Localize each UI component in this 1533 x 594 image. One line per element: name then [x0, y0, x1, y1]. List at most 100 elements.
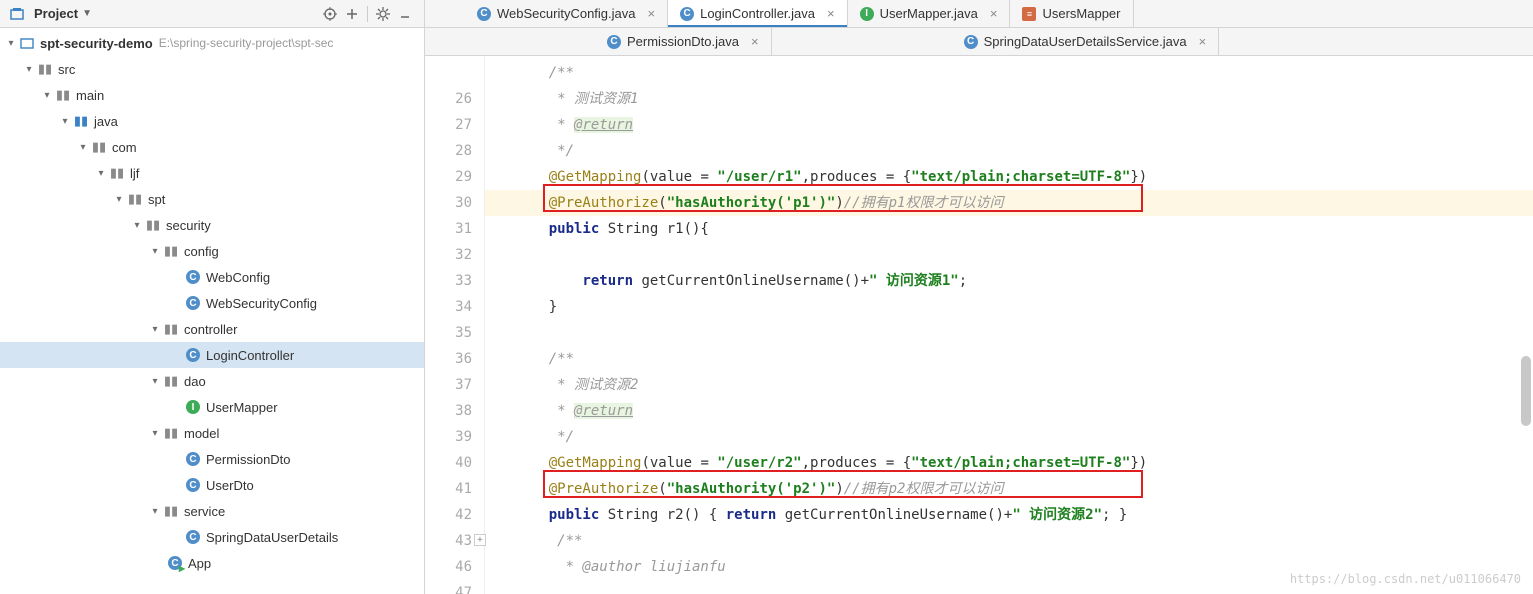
tree-label: WebSecurityConfig	[206, 296, 317, 311]
tree-file-springdatauserdetails[interactable]: C SpringDataUserDetails	[0, 524, 424, 550]
close-icon[interactable]: ×	[751, 34, 759, 49]
tab-permissiondto[interactable]: C PermissionDto.java ×	[595, 28, 772, 55]
tree-label: SpringDataUserDetails	[206, 530, 338, 545]
tree-package-controller[interactable]: ▾ ▮▮ controller	[0, 316, 424, 342]
tab-label: SpringDataUserDetailsService.java	[984, 34, 1187, 49]
tree-package-spt[interactable]: ▾ ▮▮ spt	[0, 186, 424, 212]
tab-label: UserMapper.java	[880, 6, 978, 21]
tree-label: config	[184, 244, 219, 259]
project-icon	[8, 5, 26, 23]
project-panel: Project ▼ ▾ spt-security-demo	[0, 0, 425, 594]
package-icon: ▮▮	[144, 216, 162, 234]
chevron-down-icon[interactable]: ▾	[112, 194, 126, 205]
tree-label: PermissionDto	[206, 452, 291, 467]
tree-label: com	[112, 140, 137, 155]
run-class-icon: C▶	[166, 554, 184, 572]
code-editor[interactable]: 26 27 28 29 30 31 32 33 34 35 36 37 38 3…	[425, 56, 1533, 594]
package-icon: ▮▮	[162, 424, 180, 442]
module-icon	[18, 34, 36, 52]
package-icon: ▮▮	[162, 320, 180, 338]
tree-label: spt	[148, 192, 165, 207]
chevron-down-icon[interactable]: ▾	[130, 220, 144, 231]
tree-label: model	[184, 426, 219, 441]
close-icon[interactable]: ×	[827, 6, 835, 21]
chevron-down-icon[interactable]: ▾	[22, 64, 36, 75]
tree-package-security[interactable]: ▾ ▮▮ security	[0, 212, 424, 238]
tab-springdatauserdetailsservice[interactable]: C SpringDataUserDetailsService.java ×	[952, 28, 1220, 55]
package-icon: ▮▮	[162, 242, 180, 260]
tree-file-logincontroller[interactable]: C LoginController	[0, 342, 424, 368]
editor-area: C WebSecurityConfig.java × C LoginContro…	[425, 0, 1533, 594]
tab-usermapper[interactable]: I UserMapper.java ×	[848, 0, 1011, 27]
tab-label: WebSecurityConfig.java	[497, 6, 636, 21]
gutter: 26 27 28 29 30 31 32 33 34 35 36 37 38 3…	[425, 56, 485, 594]
locate-icon[interactable]	[319, 3, 341, 25]
chevron-down-icon[interactable]: ▾	[148, 246, 162, 257]
close-icon[interactable]: ×	[648, 6, 656, 21]
folder-icon: ▮▮	[54, 86, 72, 104]
class-icon: C	[184, 476, 202, 494]
tree-folder-java[interactable]: ▾ ▮▮ java	[0, 108, 424, 134]
tree-file-websecurityconfig[interactable]: C WebSecurityConfig	[0, 290, 424, 316]
tree-label: App	[188, 556, 211, 571]
minimize-icon[interactable]	[394, 3, 416, 25]
tree-label: service	[184, 504, 225, 519]
tree-package-config[interactable]: ▾ ▮▮ config	[0, 238, 424, 264]
chevron-down-icon[interactable]: ▾	[148, 506, 162, 517]
tab-row-1: C WebSecurityConfig.java × C LoginContro…	[425, 0, 1533, 28]
close-icon[interactable]: ×	[1199, 34, 1207, 49]
project-tree[interactable]: ▾ spt-security-demo E:\spring-security-p…	[0, 28, 424, 594]
tree-file-usermapper[interactable]: I UserMapper	[0, 394, 424, 420]
tree-package-dao[interactable]: ▾ ▮▮ dao	[0, 368, 424, 394]
chevron-down-icon[interactable]: ▾	[148, 376, 162, 387]
code-content[interactable]: /** * 测试资源1 * @return */ @GetMapping(val…	[485, 56, 1533, 594]
tree-label: ljf	[130, 166, 139, 181]
tree-package-model[interactable]: ▾ ▮▮ model	[0, 420, 424, 446]
chevron-down-icon[interactable]: ▾	[148, 428, 162, 439]
chevron-down-icon[interactable]: ▾	[76, 142, 90, 153]
package-icon: ▮▮	[162, 372, 180, 390]
tree-label: java	[94, 114, 118, 129]
xml-icon: ≡	[1022, 7, 1036, 21]
tree-label: spt-security-demo	[40, 36, 153, 51]
tree-label: src	[58, 62, 75, 77]
tab-logincontroller[interactable]: C LoginController.java ×	[668, 0, 848, 27]
close-icon[interactable]: ×	[990, 6, 998, 21]
class-icon: C	[184, 346, 202, 364]
scrollbar-thumb[interactable]	[1521, 356, 1531, 426]
tree-file-userdto[interactable]: C UserDto	[0, 472, 424, 498]
tree-package-com[interactable]: ▾ ▮▮ com	[0, 134, 424, 160]
chevron-down-icon[interactable]: ▾	[94, 168, 108, 179]
package-icon: ▮▮	[108, 164, 126, 182]
tree-file-webconfig[interactable]: C WebConfig	[0, 264, 424, 290]
project-title[interactable]: Project ▼	[8, 5, 92, 23]
chevron-down-icon[interactable]: ▾	[58, 116, 72, 127]
tree-label: dao	[184, 374, 206, 389]
package-icon: ▮▮	[162, 502, 180, 520]
tab-label: UsersMapper	[1042, 6, 1120, 21]
tree-file-permissiondto[interactable]: C PermissionDto	[0, 446, 424, 472]
tree-label: UserMapper	[206, 400, 278, 415]
tab-websecurityconfig[interactable]: C WebSecurityConfig.java ×	[465, 0, 668, 27]
tree-root[interactable]: ▾ spt-security-demo E:\spring-security-p…	[0, 30, 424, 56]
tree-folder-main[interactable]: ▾ ▮▮ main	[0, 82, 424, 108]
gear-icon[interactable]	[372, 3, 394, 25]
tab-usersmapper[interactable]: ≡ UsersMapper	[1010, 0, 1133, 27]
tree-file-app[interactable]: C▶ App	[0, 550, 424, 576]
class-icon: C	[477, 7, 491, 21]
watermark: https://blog.csdn.net/u011066470	[1290, 572, 1521, 586]
collapse-icon[interactable]	[341, 3, 363, 25]
chevron-down-icon[interactable]: ▾	[148, 324, 162, 335]
folder-icon: ▮▮	[36, 60, 54, 78]
tree-label: WebConfig	[206, 270, 270, 285]
chevron-down-icon[interactable]: ▾	[4, 38, 18, 49]
tree-path: E:\spring-security-project\spt-sec	[159, 36, 334, 50]
tree-label: UserDto	[206, 478, 254, 493]
chevron-down-icon[interactable]: ▾	[40, 90, 54, 101]
tree-package-ljf[interactable]: ▾ ▮▮ ljf	[0, 160, 424, 186]
tree-folder-src[interactable]: ▾ ▮▮ src	[0, 56, 424, 82]
class-icon: C	[184, 268, 202, 286]
divider	[367, 6, 368, 22]
tree-package-service[interactable]: ▾ ▮▮ service	[0, 498, 424, 524]
interface-icon: I	[860, 7, 874, 21]
